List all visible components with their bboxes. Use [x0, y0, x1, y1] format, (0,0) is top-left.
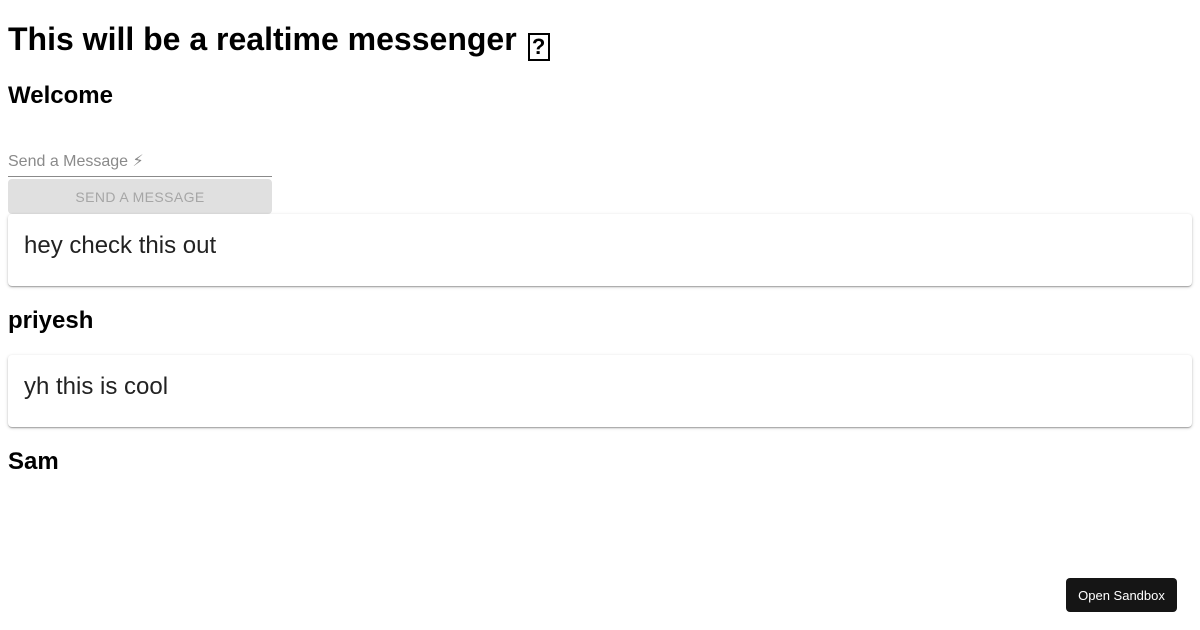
page-title: This will be a realtime messenger ?	[8, 19, 550, 61]
open-sandbox-button[interactable]: Open Sandbox	[1066, 578, 1177, 612]
missing-glyph-icon: ?	[527, 33, 550, 61]
message-author: priyesh	[8, 307, 94, 334]
message-card: yh this is cool	[8, 355, 1192, 427]
message-input[interactable]	[8, 148, 272, 177]
welcome-heading: Welcome	[8, 82, 113, 109]
messenger-page: This will be a realtime messenger ? Welc…	[0, 0, 1200, 630]
message-field	[8, 148, 272, 178]
send-message-button[interactable]: Send a Message	[8, 179, 272, 214]
message-text: yh this is cool	[24, 373, 169, 400]
message-text: hey check this out	[24, 232, 217, 259]
page-title-text: This will be a realtime messenger	[8, 21, 517, 57]
message-card: hey check this out	[8, 214, 1192, 286]
message-author: Sam	[8, 448, 59, 475]
